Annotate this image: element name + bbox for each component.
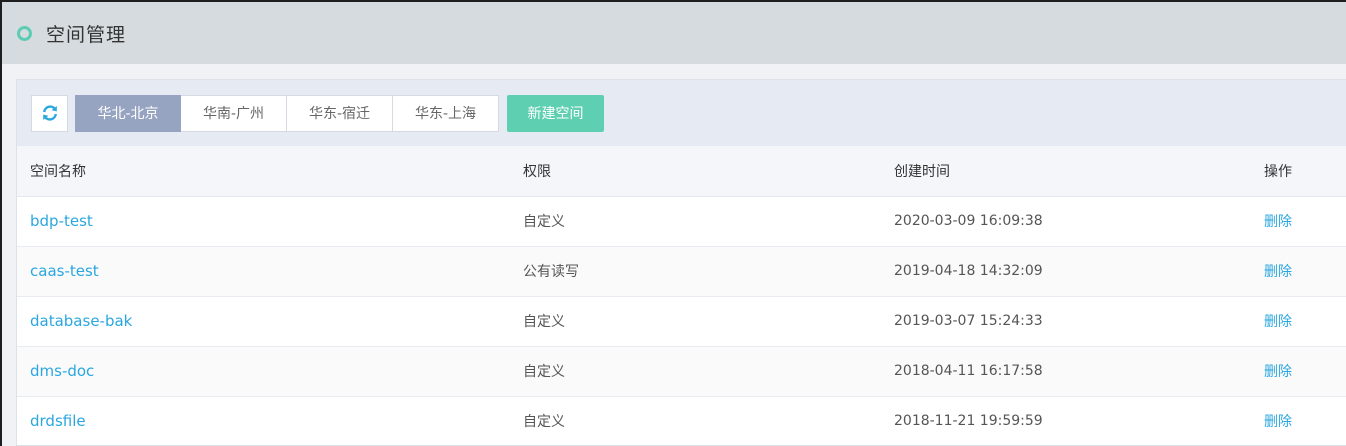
delete-link[interactable]: 删除 [1264,314,1292,330]
tab-region-beijing[interactable]: 华北-北京 [75,94,181,132]
new-space-button[interactable]: 新建空间 [507,94,604,132]
table-row: database-bak 自定义 2019-03-07 15:24:33 删除 [17,296,1346,347]
column-header-permission: 权限 [523,146,894,197]
space-table: 空间名称 权限 创建时间 操作 bdp-test 自定义 2020-03-09 … [17,146,1346,446]
column-header-created: 创建时间 [894,146,1264,197]
space-name-link[interactable]: caas-test [30,262,99,280]
refresh-button[interactable] [31,94,68,132]
column-header-action: 操作 [1264,146,1346,197]
created-time-cell: 2018-11-21 19:59:59 [894,396,1264,446]
page-header: 空间管理 [2,2,1346,64]
created-time-cell: 2019-03-07 15:24:33 [894,296,1264,347]
table-row: dms-doc 自定义 2018-04-11 16:17:58 删除 [17,346,1346,397]
permission-cell: 自定义 [523,196,894,247]
space-panel: 华北-北京 华南-广州 华东-宿迁 华东-上海 新建空间 空间名称 权限 创建时… [16,79,1346,446]
delete-link[interactable]: 删除 [1264,214,1292,230]
delete-link[interactable]: 删除 [1264,264,1292,280]
permission-cell: 自定义 [523,346,894,397]
created-time-cell: 2019-04-18 14:32:09 [894,246,1264,297]
tab-region-shanghai[interactable]: 华东-上海 [393,94,499,132]
permission-cell: 公有读写 [523,246,894,297]
table-row: drdsfile 自定义 2018-11-21 19:59:59 删除 [17,396,1346,446]
created-time-cell: 2020-03-09 16:09:38 [894,196,1264,247]
table-row: bdp-test 自定义 2020-03-09 16:09:38 删除 [17,196,1346,247]
space-name-link[interactable]: database-bak [30,312,132,330]
space-name-link[interactable]: bdp-test [30,212,93,230]
space-name-link[interactable]: dms-doc [30,362,94,380]
tab-region-suqian[interactable]: 华东-宿迁 [287,94,393,132]
column-header-name: 空间名称 [17,146,523,197]
title-ring-icon [17,25,32,41]
delete-link[interactable]: 删除 [1264,364,1292,380]
table-header-row: 空间名称 权限 创建时间 操作 [17,146,1346,197]
app-frame: 空间管理 华北-北京 华南-广州 华东-宿迁 华东-上海 新建空间 空间名称 权… [2,2,1346,446]
permission-cell: 自定义 [523,296,894,347]
created-time-cell: 2018-04-11 16:17:58 [894,346,1264,397]
table-row: caas-test 公有读写 2019-04-18 14:32:09 删除 [17,246,1346,297]
region-tabs: 华北-北京 华南-广州 华东-宿迁 华东-上海 [75,94,499,132]
toolbar: 华北-北京 华南-广州 华东-宿迁 华东-上海 新建空间 [17,80,1346,146]
space-name-link[interactable]: drdsfile [30,412,86,430]
page-title: 空间管理 [46,23,127,46]
permission-cell: 自定义 [523,396,894,446]
tab-region-guangzhou[interactable]: 华南-广州 [181,94,287,132]
delete-link[interactable]: 删除 [1264,414,1292,430]
refresh-icon [42,105,57,121]
